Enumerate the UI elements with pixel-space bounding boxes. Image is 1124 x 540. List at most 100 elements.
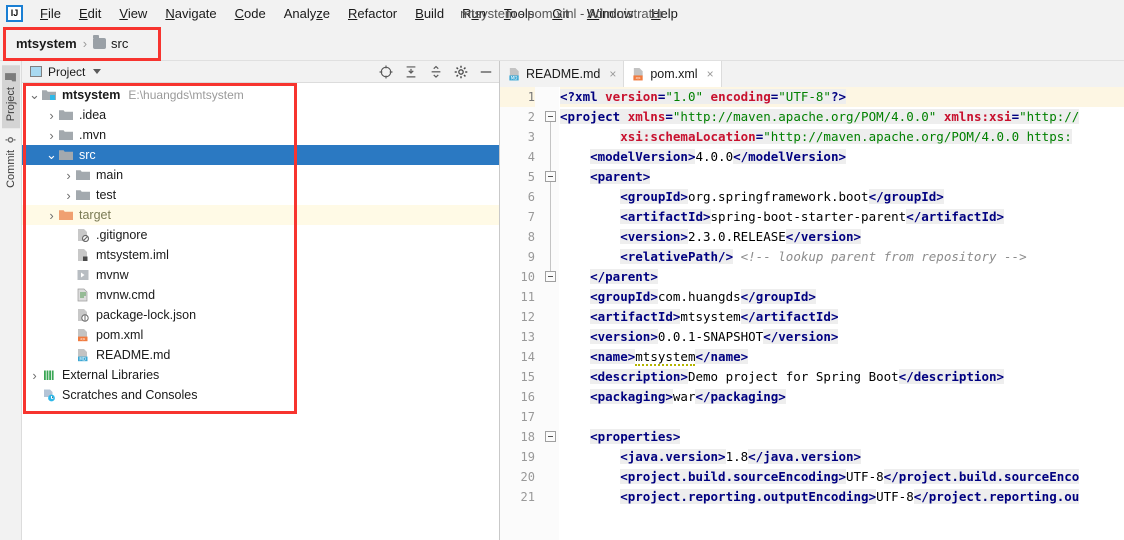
code-token: org.springframework.boot (687, 189, 869, 204)
menu-refactor[interactable]: Refactor (339, 3, 406, 24)
menu-analyze[interactable]: Analyze (275, 3, 339, 24)
code-editor[interactable]: 1 2 3 4 5 6 7 8 9 10 11 12 13 14 15 16 17 18 19 20 21 <?xml … (500, 87, 1124, 540)
code-token: </packaging> (695, 389, 786, 404)
tree-node-package-lock-json[interactable]: package-lock.json (22, 305, 499, 325)
tree-node-mvnw[interactable]: mvnw (22, 265, 499, 285)
code-content[interactable]: <?xml version="1.0" encoding="UTF-8"?> <p… (559, 87, 1124, 540)
menu-navigate[interactable]: Navigate (156, 3, 225, 24)
code-token: <!-- lookup parent from repository --> (733, 249, 1027, 264)
tree-node--gitignore[interactable]: .gitignore (22, 225, 499, 245)
title-bar: IJ File Edit View Navigate Code Analyze … (0, 0, 1124, 27)
tree-node-mtsystem-iml[interactable]: mtsystem.iml (22, 245, 499, 265)
menu-code[interactable]: Code (226, 3, 275, 24)
menu-build[interactable]: Build (406, 3, 453, 24)
close-icon[interactable]: × (609, 67, 616, 81)
code-token: "http:// (1019, 109, 1080, 124)
chevron-right-icon[interactable]: › (45, 108, 58, 123)
hide-icon[interactable] (479, 65, 493, 79)
line-number: 10 (520, 270, 535, 284)
tree-node-label: pom.xml (96, 328, 144, 342)
tree-node-src[interactable]: ⌄ src (22, 145, 499, 165)
chevron-down-icon[interactable] (93, 69, 102, 74)
breadcrumb-item-src[interactable]: src (93, 35, 128, 51)
tree-node-main[interactable]: › main (22, 165, 499, 185)
chevron-right-icon[interactable]: › (45, 208, 58, 223)
tree-node-test[interactable]: › test (22, 185, 499, 205)
code-folding-gutter[interactable] (542, 87, 559, 540)
tree-node-label: mtsystem (62, 88, 121, 102)
tree-node-target[interactable]: › target (22, 205, 499, 225)
code-token: spring-boot-starter-parent (710, 209, 907, 224)
tree-node-scratches-and-consoles[interactable]: Scratches and Consoles (22, 385, 499, 405)
breadcrumb-separator: › (82, 36, 88, 51)
menu-help[interactable]: Help (642, 3, 687, 24)
menu-window[interactable]: Window (578, 3, 642, 24)
editor-tab-pom-xml[interactable]: <> pom.xml × (624, 61, 722, 87)
code-token: 4.0.0 (695, 149, 734, 164)
line-number: 4 (527, 150, 535, 164)
code-token: "http://maven.apache.org/POM/4.0.0 https… (763, 129, 1072, 144)
tool-window-tab-commit[interactable]: Commit (2, 128, 20, 195)
code-token: </artifactId> (906, 209, 1005, 224)
tool-window-tab-project[interactable]: Project (1, 65, 20, 129)
line-number: 20 (520, 470, 535, 484)
project-tree[interactable]: ⌄ mtsystem E:\huangds\mtsystem › .idea › .mvn ⌄… (22, 83, 499, 540)
code-line: <version>2.3.0.RELEASE</version> (560, 227, 1124, 247)
tree-node-label: package-lock.json (96, 308, 197, 322)
line-number: 21 (520, 490, 535, 504)
code-token: war (672, 389, 696, 404)
fold-toggle-icon[interactable] (545, 111, 556, 122)
gear-icon[interactable] (454, 65, 468, 79)
fold-toggle-icon[interactable] (545, 171, 556, 182)
tree-node-label: main (96, 168, 124, 182)
tree-node--mvn[interactable]: › .mvn (22, 125, 499, 145)
tree-node--idea[interactable]: › .idea (22, 105, 499, 125)
tree-node-readme-md[interactable]: MD README.md (22, 345, 499, 365)
tree-node-pom-xml[interactable]: <> pom.xml (22, 325, 499, 345)
tree-node-mvnw-cmd[interactable]: mvnw.cmd (22, 285, 499, 305)
tree-node-label: src (79, 148, 96, 162)
menu-file[interactable]: File (31, 3, 70, 24)
editor-tab-readme-md[interactable]: MD README.md × (500, 61, 625, 87)
chevron-right-icon[interactable]: › (62, 188, 75, 203)
chevron-right-icon[interactable]: › (62, 168, 75, 183)
tree-node-external-libraries[interactable]: › External Libraries (22, 365, 499, 385)
chevron-right-icon[interactable]: › (28, 368, 41, 383)
fold-toggle-icon[interactable] (545, 271, 556, 282)
code-line: <artifactId>mtsystem</artifactId> (560, 307, 1124, 327)
line-number: 5 (527, 170, 535, 184)
menu-tools[interactable]: Tools (495, 3, 543, 24)
iml-icon (78, 249, 88, 261)
code-token: mtsystem (635, 349, 696, 366)
menu-run[interactable]: Run (453, 3, 495, 24)
chevron-down-icon[interactable]: ⌄ (45, 148, 58, 161)
code-line: xsi:schemaLocation="http://maven.apache.… (560, 127, 1124, 147)
close-icon[interactable]: × (707, 67, 714, 81)
script-icon (77, 270, 89, 280)
fold-toggle-icon[interactable] (545, 431, 556, 442)
tree-node-path-hint: E:\huangds\mtsystem (128, 88, 244, 102)
line-number: 12 (520, 310, 535, 324)
breadcrumb-label: mtsystem (16, 36, 77, 51)
code-token: <relativePath/> (620, 249, 734, 264)
code-token: xsi:schemaLocation (620, 129, 756, 144)
chevron-down-icon[interactable]: ⌄ (28, 88, 41, 101)
breadcrumb-item-mtsystem[interactable]: mtsystem (16, 36, 77, 51)
menu-view[interactable]: View (110, 3, 156, 24)
chevron-right-icon[interactable]: › (45, 128, 58, 143)
collapse-all-icon[interactable] (429, 65, 443, 79)
expand-all-icon[interactable] (404, 65, 418, 79)
select-opened-file-icon[interactable] (379, 65, 393, 79)
menu-edit[interactable]: Edit (70, 3, 110, 24)
tree-node-mtsystem[interactable]: ⌄ mtsystem E:\huangds\mtsystem (22, 85, 499, 105)
code-token: </version> (763, 329, 839, 344)
folder-icon (93, 35, 107, 49)
menu-git[interactable]: Git (543, 3, 578, 24)
